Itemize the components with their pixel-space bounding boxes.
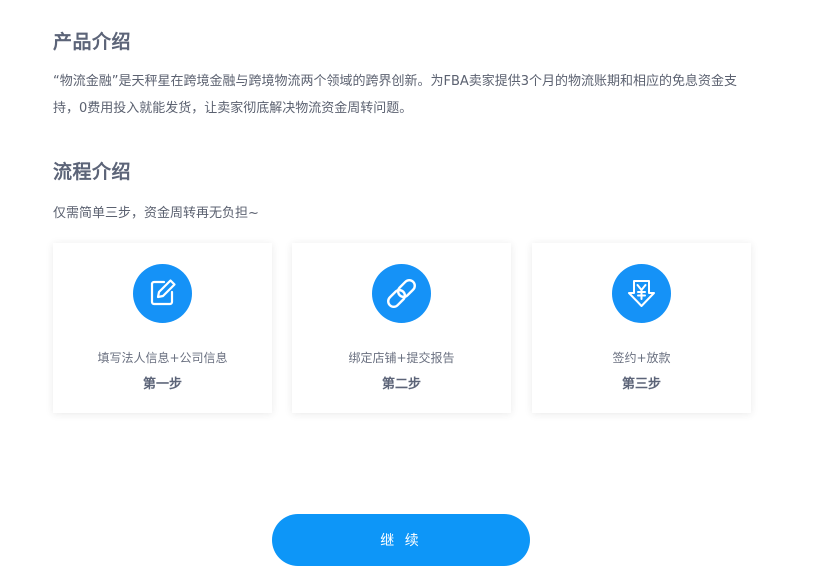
step-label: 填写法人信息+公司信息 <box>97 351 228 365</box>
link-icon <box>372 264 431 323</box>
step-card-3: 签约+放款 第三步 <box>532 243 751 413</box>
yen-download-icon <box>612 264 671 323</box>
step-label: 绑定店铺+提交报告 <box>348 351 455 365</box>
process-intro-title: 流程介绍 <box>53 161 132 183</box>
step-number: 第二步 <box>381 377 421 392</box>
step-card-2: 绑定店铺+提交报告 第二步 <box>292 243 511 413</box>
product-intro-title: 产品介绍 <box>53 31 132 53</box>
process-subtitle: 仅需简单三步，资金周转再无负担~ <box>53 206 259 221</box>
product-description: “物流金融”是天秤星在跨境金融与跨境物流两个领域的跨界创新。为FBA卖家提供3个… <box>53 74 738 116</box>
continue-button[interactable]: 继 续 <box>272 514 530 566</box>
step-card-1: 填写法人信息+公司信息 第一步 <box>53 243 272 413</box>
step-number: 第一步 <box>142 377 182 392</box>
step-label: 签约+放款 <box>612 351 671 365</box>
edit-icon <box>133 264 192 323</box>
step-number: 第三步 <box>621 377 661 392</box>
